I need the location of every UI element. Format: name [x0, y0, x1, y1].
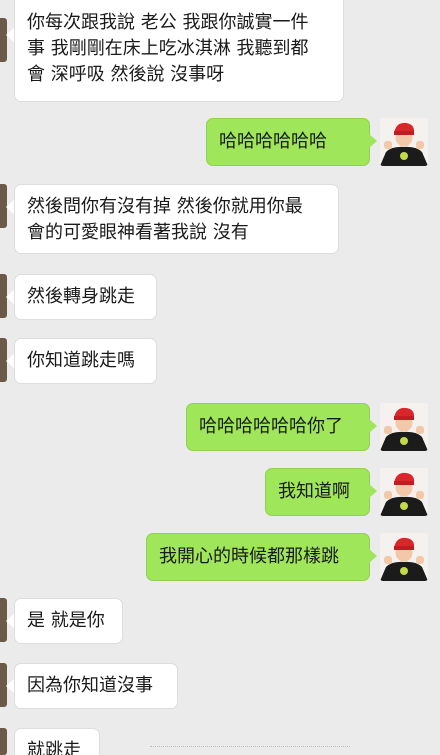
message-bubble-incoming[interactable]: 然後轉身跳走: [14, 274, 157, 320]
message-bubble-incoming[interactable]: 是 就是你: [14, 598, 123, 644]
boy-red-cap-icon: [380, 468, 428, 516]
bubble-tail: [6, 614, 14, 628]
bubble-tail: [6, 290, 14, 304]
bubble-tail: [369, 484, 377, 498]
bubble-tail: [6, 28, 14, 42]
bubble-tail: [369, 134, 377, 148]
message-bubble-incoming[interactable]: 因為你知道沒事: [14, 663, 178, 709]
bubble-tail: [369, 419, 377, 433]
self-avatar[interactable]: [380, 118, 428, 166]
chat-thread[interactable]: 你每次跟我說 老公 我跟你誠實一件 事 我剛剛在床上吃冰淇淋 我聽到都 會 深呼…: [0, 0, 440, 755]
message-bubble-outgoing[interactable]: 我知道啊: [265, 468, 370, 516]
boy-red-cap-icon: [380, 118, 428, 166]
bubble-tail: [369, 549, 377, 563]
message-bubble-incoming[interactable]: 你知道跳走嗎: [14, 338, 157, 384]
contact-avatar[interactable]: [0, 728, 7, 755]
boy-red-cap-icon: [380, 533, 428, 581]
bubble-tail: [6, 679, 14, 693]
message-bubble-incoming[interactable]: 然後問你有沒有掉 然後你就用你最 會的可愛眼神看著我說 沒有: [14, 184, 339, 254]
message-bubble-outgoing[interactable]: 我開心的時候都那樣跳: [146, 533, 370, 581]
bubble-tail: [6, 200, 14, 214]
message-bubble-outgoing[interactable]: 哈哈哈哈哈哈你了: [186, 403, 370, 451]
boy-red-cap-icon: [380, 403, 428, 451]
message-bubble-incoming[interactable]: 就跳走: [14, 728, 100, 755]
input-bar-edge: [150, 746, 350, 749]
self-avatar[interactable]: [380, 533, 428, 581]
self-avatar[interactable]: [380, 403, 428, 451]
message-bubble-incoming[interactable]: 你每次跟我說 老公 我跟你誠實一件 事 我剛剛在床上吃冰淇淋 我聽到都 會 深呼…: [14, 0, 344, 102]
message-bubble-outgoing[interactable]: 哈哈哈哈哈哈: [206, 118, 370, 166]
bubble-tail: [6, 354, 14, 368]
self-avatar[interactable]: [380, 468, 428, 516]
